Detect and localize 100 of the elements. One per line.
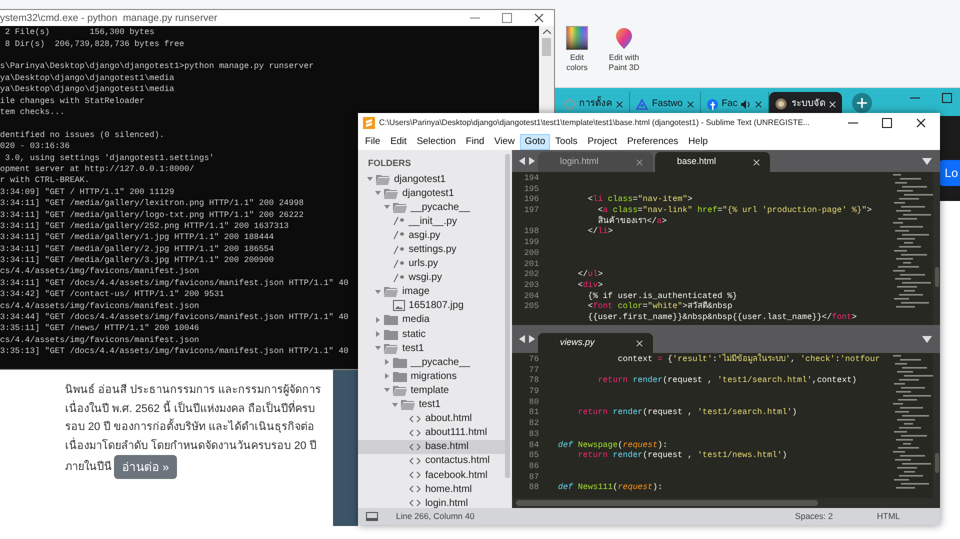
speaker-icon[interactable] (741, 100, 752, 108)
login-button[interactable]: Lo (938, 160, 960, 186)
scrollbar-thumb[interactable] (542, 38, 551, 56)
line-number: 194 (523, 174, 540, 185)
dropdown-caret-icon[interactable] (922, 336, 932, 342)
folder-item[interactable]: static (358, 327, 505, 342)
close-icon[interactable] (916, 118, 926, 128)
sidebar-entry[interactable]: about.html (358, 412, 505, 426)
folder-icon (392, 384, 407, 396)
folder-item[interactable]: test1 (358, 341, 505, 356)
menu-item[interactable]: Find (460, 134, 490, 150)
console-line: 3:34:44] "GET /docs/4.4/assets/img/favicons/manifest.json HTTP/1.1" 40 (0, 312, 349, 324)
scrollbar-thumb[interactable] (516, 500, 818, 506)
folder-item[interactable]: __pycache__ (358, 355, 505, 370)
scrollbar-thumb[interactable] (934, 453, 938, 473)
line-number: 87 (528, 472, 540, 484)
nav-arrows-icon[interactable] (518, 156, 536, 166)
close-icon[interactable] (534, 13, 544, 24)
sidebar-entry[interactable]: facebook.html (358, 468, 505, 482)
sidebar-entry[interactable]: 1651807.jpg (358, 298, 505, 313)
folder-item[interactable]: djangotest1 (358, 186, 505, 200)
scrollbar-thumb[interactable] (505, 154, 510, 478)
line-number: 203 (523, 280, 540, 292)
scrollbar-thumb[interactable] (934, 267, 938, 287)
console-line: cs/4.4/assets/img/favicons/manifest.json (0, 300, 200, 312)
code-line: <font color="white">สวัสดี&nbsp (586, 302, 732, 313)
line-number: 80 (528, 398, 540, 408)
dropdown-caret-icon[interactable] (922, 158, 932, 164)
code-line: context = {'result':'ไม่มีข้อมูลในระบบ', 'check':'notfour (616, 355, 880, 366)
file-tab[interactable]: login.html (538, 152, 653, 172)
expand-arrow-icon[interactable] (375, 331, 382, 338)
maximize-icon[interactable] (882, 118, 892, 128)
console-line: ya\Desktop\django\djangotest1\media (0, 84, 174, 96)
sidebar-entry[interactable]: contactus.html (358, 454, 505, 468)
syntax-setting[interactable]: HTML (876, 510, 900, 523)
folder-item[interactable]: __pycache__ (358, 200, 505, 214)
line-number: 201 (523, 260, 540, 270)
menu-item[interactable]: Edit (385, 134, 412, 150)
scroll-up-icon[interactable] (542, 29, 550, 34)
console-line: 8 Dir(s) 206,739,828,736 bytes free (4, 38, 184, 50)
expand-arrow-icon[interactable] (375, 190, 382, 196)
file-tab[interactable]: base.html (655, 152, 770, 172)
new-tab-button[interactable] (852, 93, 872, 113)
code-file-icon (409, 428, 422, 438)
folder-icon (376, 174, 390, 185)
expand-arrow-icon[interactable] (384, 373, 390, 380)
folder-item[interactable]: media (358, 312, 505, 328)
expand-arrow-icon[interactable] (375, 288, 382, 295)
console-line: 3.0, using settings 'djangotest1.settings' (4, 152, 214, 164)
file-tab[interactable]: views.py (538, 333, 653, 353)
close-icon[interactable] (616, 100, 623, 108)
console-line: dentified no issues (0 silenced). (0, 130, 164, 142)
folder-item[interactable]: djangotest1 (358, 172, 505, 186)
sidebar-entry[interactable]: settings.py (358, 242, 505, 257)
sidebar-entry[interactable]: about111.html (358, 426, 505, 440)
sidebar-entry[interactable]: asgi.py (358, 228, 505, 242)
folder-item[interactable]: test1 (358, 398, 505, 412)
menu-item[interactable]: Goto (520, 134, 550, 150)
folder-item[interactable]: template (358, 383, 505, 398)
cursor-position: Line 266, Column 40 (396, 510, 474, 523)
expand-arrow-icon[interactable] (375, 345, 382, 352)
expand-arrow-icon[interactable] (367, 176, 373, 182)
menu-item[interactable]: Help (683, 134, 713, 150)
plus-icon (857, 98, 868, 108)
close-icon[interactable] (686, 100, 694, 108)
folder-item[interactable]: image (358, 284, 505, 299)
sidebar-entry[interactable]: login.html (358, 496, 505, 510)
sidebar-entry[interactable]: __init__.py (358, 214, 505, 228)
expand-arrow-icon[interactable] (392, 402, 398, 408)
menu-item[interactable]: Selection (412, 134, 461, 150)
folder-item[interactable]: migrations (358, 369, 505, 384)
console-line: 3:34:11] "GET /media/gallery/1.jpg HTTP/1.1" 200 188444 (0, 232, 274, 244)
expand-arrow-icon[interactable] (384, 204, 390, 210)
nav-arrows-icon[interactable] (518, 334, 536, 344)
sidebar-entry[interactable]: base.html (358, 440, 505, 454)
maximize-icon[interactable] (942, 93, 952, 103)
menu-item[interactable]: Project (582, 134, 622, 150)
ribbon-button[interactable]: Edit colors (560, 26, 594, 72)
sidebar-entry[interactable]: home.html (358, 482, 505, 496)
read-more-button[interactable]: อ่านต่อ » (114, 455, 178, 479)
expand-arrow-icon[interactable] (384, 359, 390, 366)
sidebar-entry[interactable]: urls.py (358, 256, 505, 271)
line-number: 84 (528, 440, 540, 452)
expand-arrow-icon[interactable] (375, 316, 382, 323)
expand-arrow-icon[interactable] (384, 387, 390, 394)
close-icon[interactable] (755, 100, 762, 108)
menu-item[interactable]: Preferences (622, 134, 684, 150)
app-logo-icon (363, 117, 375, 129)
panel-toggle-icon[interactable] (366, 512, 378, 521)
line-number: 88 (528, 483, 540, 494)
indentation-setting[interactable]: Spaces: 2 (795, 510, 833, 523)
ribbon-button[interactable]: Edit with Paint 3D (602, 26, 646, 72)
console-line: 3:35:13] "GET /docs/4.4/assets/img/favicons/manifest.json HTTP/1.1" 40 (0, 346, 349, 358)
menu-item[interactable]: View (489, 134, 520, 150)
menu-item[interactable]: Tools (550, 134, 582, 150)
line-number: 205 (523, 302, 540, 313)
sidebar-entry[interactable]: wsgi.py (358, 270, 505, 285)
menu-item[interactable]: File (360, 134, 386, 150)
folder-icon (384, 314, 398, 326)
line-number: 195 (523, 184, 540, 196)
